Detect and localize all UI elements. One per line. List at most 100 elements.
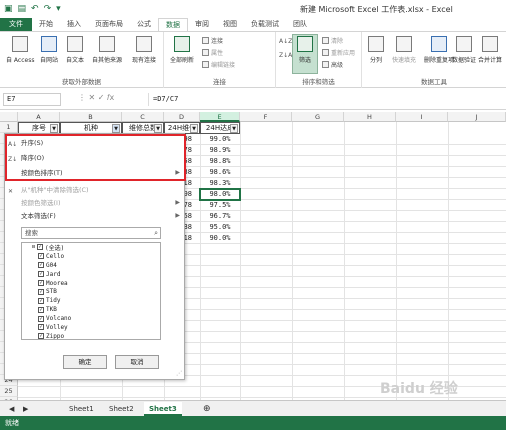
checkbox[interactable]: ✓ [38,297,44,304]
col-header-d[interactable]: D [164,112,200,122]
menu-filter-by-color[interactable]: 按颜色筛选(I) ▶ [5,197,184,209]
text-to-columns-button[interactable]: 分列 [368,36,384,64]
tab-page-layout[interactable]: 页面布局 [88,18,130,31]
col-header-g[interactable]: G [292,112,344,122]
checkbox[interactable]: ✓ [38,271,44,278]
col-header-b[interactable]: B [60,112,122,122]
row-header[interactable]: 25 [0,386,18,397]
checkbox[interactable]: ✓ [38,288,44,295]
consolidate-button[interactable]: 合并计算 [478,36,502,64]
filter-button[interactable]: 筛选 [297,36,313,64]
cell-e[interactable]: 96.7% [200,211,240,222]
list-item[interactable]: ✓ Volcano [22,314,160,323]
sheet-tab-1[interactable]: Sheet1 [64,402,99,416]
cell-e[interactable]: 90.0% [200,233,240,244]
data-validation-button[interactable]: 数据验证 [452,36,476,64]
sort-desc-icon[interactable]: Z↓A [279,52,292,59]
filter-dropdown-icon[interactable]: ▼ [230,124,238,133]
checkbox[interactable]: ✓ [38,333,44,339]
ok-button[interactable]: 确定 [63,355,107,369]
tab-team[interactable]: 团队 [286,18,314,31]
from-text-button[interactable]: 自文本 [66,36,84,64]
list-item[interactable]: ✓ Tidy [22,296,160,305]
refresh-all-button[interactable]: 全部刷新 [170,36,194,64]
filter-dropdown-icon[interactable]: ▼ [50,124,58,133]
tab-data[interactable]: 数据 [158,18,188,31]
cancel-button[interactable]: 取消 [115,355,159,369]
sort-asc-icon[interactable]: A↓Z [279,38,292,45]
cell-e[interactable]: 95.0% [200,222,240,233]
cell-e[interactable]: 98.9% [200,145,240,156]
list-item[interactable]: ✓ Moorea [22,279,160,288]
sheet-tab-2[interactable]: Sheet2 [104,402,139,416]
filter-dropdown-icon[interactable]: ▼ [190,124,198,133]
filter-search-input[interactable]: 搜索 ⌕ [21,227,161,239]
tab-review[interactable]: 审阅 [188,18,216,31]
tab-load-test[interactable]: 负载测试 [244,18,286,31]
save-icon[interactable]: ▤ [18,4,27,14]
header-cell-e[interactable]: 24H达成 ▼ [200,122,240,134]
remove-duplicates-button[interactable]: 删除重复项 [424,36,454,64]
customize-qat-icon[interactable]: ▾ [56,4,61,14]
tab-home[interactable]: 开始 [32,18,60,31]
col-header-e[interactable]: E [200,112,240,122]
tab-insert[interactable]: 插入 [60,18,88,31]
properties-button[interactable]: 属性 [202,48,223,57]
menu-clear-filter[interactable]: ✕ 从"机种"中清除筛选(C) [5,184,184,196]
tab-formulas[interactable]: 公式 [130,18,158,31]
formula-input[interactable]: =D7/C7 [148,93,503,106]
col-header-c[interactable]: C [122,112,164,122]
menu-sort-by-color[interactable]: 按颜色排序(T) ▶ [5,167,184,179]
list-item[interactable]: ✓ STB [22,287,160,296]
checkbox[interactable]: ✓ [38,253,44,260]
from-access-button[interactable]: 自 Access [6,36,34,64]
checkbox[interactable]: ✓ [38,280,44,286]
menu-sort-descending[interactable]: Z↓ 降序(O) [5,152,184,164]
checkbox[interactable]: ✓ [38,324,44,331]
fx-icon[interactable]: ⋮ ✕ ✓ 𝑓x [78,93,114,103]
flash-fill-button[interactable]: 快速填充 [392,36,416,64]
list-item[interactable]: ✓ Volley [22,323,160,332]
checkbox[interactable]: ✓ [38,315,44,322]
cell-e[interactable]: 98.8% [200,156,240,167]
checkbox[interactable]: ✓ [38,306,44,313]
undo-icon[interactable]: ↶ [31,4,39,14]
clear-button[interactable]: 清除 [322,36,343,45]
sheet-nav-next-icon[interactable]: ▶ [18,402,33,416]
cell-e[interactable]: 99.0% [200,134,240,145]
reapply-button[interactable]: 重新应用 [322,48,355,57]
from-web-button[interactable]: 自网站 [40,36,58,64]
col-header-f[interactable]: F [240,112,292,122]
row-header[interactable]: 1 [0,122,18,133]
name-box[interactable]: E7 [3,93,61,106]
from-other-sources-button[interactable]: 自其他来源 [92,36,122,64]
list-item[interactable]: ✓ TKB [22,305,160,314]
redo-icon[interactable]: ↷ [44,4,52,14]
existing-connections-button[interactable]: 现有连接 [132,36,156,64]
menu-sort-ascending[interactable]: A↓ 升序(S) [5,137,184,149]
connections-button[interactable]: 连接 [202,36,223,45]
list-item[interactable]: ✓ G04 [22,261,160,270]
cell-e[interactable]: 98.6% [200,167,240,178]
menu-text-filters[interactable]: 文本筛选(F) ▶ [5,210,184,222]
filter-dropdown-icon[interactable]: ▼ [154,124,162,133]
filter-values-list[interactable]: ⊟ ✓ (全选) ✓ Cello ✓ G04 ✓ Jard ✓ Moorea ✓ STB ✓ T… [21,242,161,340]
list-item[interactable]: ✓ Jard [22,270,160,279]
checkbox[interactable]: ✓ [37,244,44,251]
tab-view[interactable]: 视图 [216,18,244,31]
resize-grip-icon[interactable]: ⋰ [176,370,182,377]
select-all-corner[interactable] [0,112,18,122]
col-header-a[interactable]: A [18,112,60,122]
filter-dropdown-icon[interactable]: ▼ [112,124,120,133]
list-item[interactable]: ✓ Zippo [22,332,160,339]
col-header-h[interactable]: H [344,112,396,122]
col-header-i[interactable]: I [396,112,448,122]
advanced-button[interactable]: 高级 [322,60,343,69]
sheet-tab-3[interactable]: Sheet3 [144,402,182,416]
col-header-j[interactable]: J [448,112,506,122]
list-item[interactable]: ⊟ ✓ (全选) [22,243,160,252]
add-sheet-icon[interactable]: ⊕ [198,402,216,416]
tab-file[interactable]: 文件 [0,18,32,31]
edit-links-button[interactable]: 编辑链接 [202,60,235,69]
list-item[interactable]: ✓ Cello [22,252,160,261]
